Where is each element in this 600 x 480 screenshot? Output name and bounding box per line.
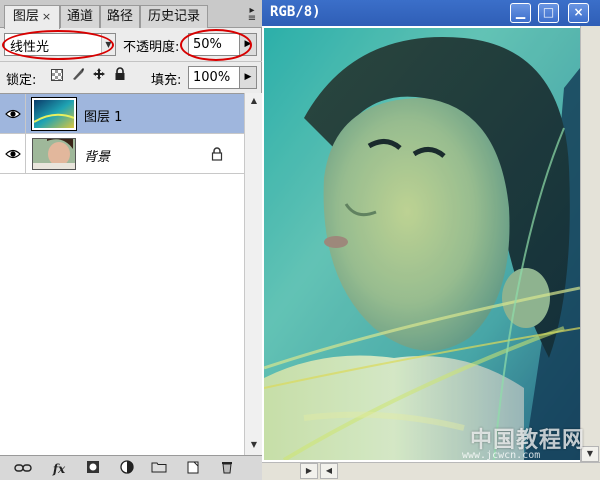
layers-panel: 图层 × 通道 路径 历史记录 ▸ ≡ 线性光 ▼ 不透明度: 50% ▶ 锁定: … xyxy=(0,0,262,480)
fill-slider-button[interactable]: ▶ xyxy=(240,66,257,89)
eye-icon xyxy=(5,109,21,119)
link-layers-icon[interactable] xyxy=(14,460,32,478)
tab-history-label: 历史记录 xyxy=(147,9,200,24)
layer-name: 图层 1 xyxy=(84,110,123,125)
blend-mode-select[interactable]: 线性光 ▼ xyxy=(4,33,116,56)
tab-layers-label: 图层 xyxy=(12,9,39,24)
document-title: RGB/8) xyxy=(270,4,321,20)
horizontal-scrollbar[interactable]: ▶ ◀ xyxy=(262,462,600,480)
add-mask-icon[interactable] xyxy=(84,460,102,478)
layer-name: 背景 xyxy=(84,150,111,165)
opacity-label: 不透明度: xyxy=(123,40,180,55)
scroll-down-icon[interactable]: ▼ xyxy=(246,437,262,453)
photo-image xyxy=(264,28,580,460)
layers-footer: fx xyxy=(0,455,262,480)
adjustment-layer-icon[interactable] xyxy=(118,460,136,478)
layer-thumbnail xyxy=(32,138,76,170)
visibility-toggle[interactable] xyxy=(0,94,26,134)
delete-layer-icon[interactable] xyxy=(218,460,236,478)
close-icon[interactable]: × xyxy=(42,10,51,23)
opacity-slider-button[interactable]: ▶ xyxy=(240,33,257,56)
watermark-url: www.jcwcn.com xyxy=(462,450,541,461)
document-titlebar[interactable]: RGB/8) ▁ □ × xyxy=(262,0,600,26)
lock-label: 锁定: xyxy=(6,73,37,88)
blend-mode-value: 线性光 xyxy=(10,40,50,55)
tab-history[interactable]: 历史记录 xyxy=(140,5,208,28)
lock-icon xyxy=(211,147,223,161)
layer-style-fx-icon[interactable]: fx xyxy=(50,460,68,478)
lock-all-icon[interactable] xyxy=(112,67,128,83)
layer-row[interactable]: 图层 1 xyxy=(0,94,244,134)
opacity-input[interactable]: 50% xyxy=(188,33,240,56)
maximize-button[interactable]: □ xyxy=(538,3,559,23)
minimize-button[interactable]: ▁ xyxy=(510,3,531,23)
scroll-left-icon[interactable]: ◀ xyxy=(320,463,338,479)
new-group-icon[interactable] xyxy=(150,460,168,478)
fill-label: 填充: xyxy=(151,73,182,88)
tab-layers[interactable]: 图层 × xyxy=(4,5,60,29)
eye-icon xyxy=(5,149,21,159)
layer-row[interactable]: 背景 xyxy=(0,134,244,174)
vertical-scrollbar[interactable]: ▼ xyxy=(580,26,600,462)
tab-channels[interactable]: 通道 xyxy=(60,5,100,28)
close-button[interactable]: × xyxy=(568,3,589,23)
layer-thumbnail xyxy=(31,97,77,131)
lock-position-icon[interactable] xyxy=(91,67,107,83)
new-layer-icon[interactable] xyxy=(184,460,202,478)
visibility-toggle[interactable] xyxy=(0,134,26,174)
scroll-right-play-icon[interactable]: ▶ xyxy=(300,463,318,479)
panel-tab-bar: 图层 × 通道 路径 历史记录 ▸ ≡ xyxy=(0,0,262,29)
layer-list-scrollbar[interactable]: ▲ ▼ xyxy=(244,93,262,455)
lock-transparent-pixels-icon[interactable] xyxy=(49,67,65,83)
layer-list: 图层 1 背景 xyxy=(0,93,244,455)
chevron-down-icon: ▼ xyxy=(101,34,115,55)
document-window: RGB/8) ▁ □ × ▼ ▶ ◀ xyxy=(262,0,600,480)
tab-paths-label: 路径 xyxy=(106,9,133,24)
lock-image-pixels-icon[interactable] xyxy=(70,67,86,83)
scroll-up-icon[interactable]: ▲ xyxy=(246,93,262,109)
fill-input[interactable]: 100% xyxy=(188,66,240,89)
divider xyxy=(0,61,262,62)
tab-paths[interactable]: 路径 xyxy=(100,5,140,28)
panel-menu-icon[interactable]: ▸ ≡ xyxy=(244,6,260,24)
tab-channels-label: 通道 xyxy=(66,9,93,24)
document-canvas[interactable] xyxy=(262,26,600,462)
